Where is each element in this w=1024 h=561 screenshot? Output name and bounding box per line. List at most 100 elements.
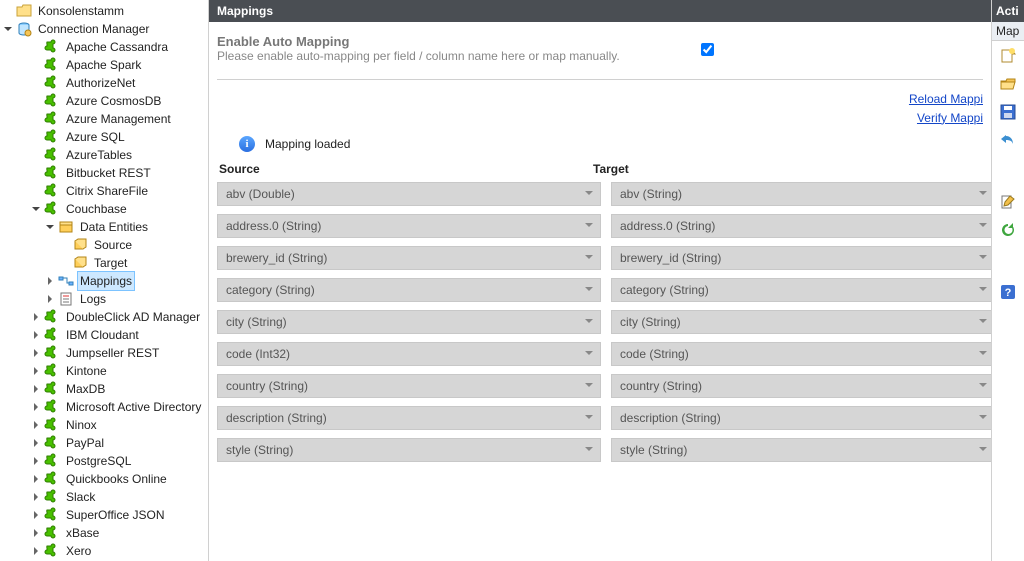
target-field-select[interactable]: address.0 (String) (611, 214, 991, 238)
help-icon[interactable]: ? (999, 283, 1017, 301)
tree-item-28[interactable]: Xero (2, 542, 208, 560)
tree-item-11[interactable]: Source (2, 236, 208, 254)
tree-item-label: AzureTables (64, 146, 134, 164)
collapse-icon[interactable] (2, 23, 14, 35)
target-field-select[interactable]: category (String) (611, 278, 991, 302)
expand-icon[interactable] (30, 509, 42, 521)
expand-icon[interactable] (30, 419, 42, 431)
collapse-icon[interactable] (30, 203, 42, 215)
tree-item-15[interactable]: DoubleClick AD Manager (2, 308, 208, 326)
target-field-select[interactable]: city (String) (611, 310, 991, 334)
edit-icon[interactable] (999, 193, 1017, 211)
tree-item-4[interactable]: Azure Management (2, 110, 208, 128)
entity-icon (72, 255, 88, 271)
tree-item-label: Microsoft Active Directory (64, 398, 203, 416)
chevron-down-icon (584, 347, 594, 361)
combo-value: abv (Double) (226, 187, 295, 201)
expand-icon[interactable] (30, 401, 42, 413)
tree-item-6[interactable]: AzureTables (2, 146, 208, 164)
source-field-select[interactable]: category (String) (217, 278, 601, 302)
tree-item-2[interactable]: AuthorizeNet (2, 74, 208, 92)
source-field-select[interactable]: country (String) (217, 374, 601, 398)
tree-item-20[interactable]: Microsoft Active Directory (2, 398, 208, 416)
combo-value: brewery_id (String) (226, 251, 327, 265)
collapse-icon[interactable] (44, 221, 56, 233)
tree-item-24[interactable]: Quickbooks Online (2, 470, 208, 488)
reload-mappings-link[interactable]: Reload Mappi (217, 90, 983, 109)
chevron-down-icon (978, 347, 988, 361)
tree-item-8[interactable]: Citrix ShareFile (2, 182, 208, 200)
tree-item-23[interactable]: PostgreSQL (2, 452, 208, 470)
combo-value: country (String) (226, 379, 308, 393)
open-folder-icon[interactable] (999, 75, 1017, 93)
chevron-down-icon (978, 219, 988, 233)
tree-item-19[interactable]: MaxDB (2, 380, 208, 398)
tree-item-27[interactable]: xBase (2, 524, 208, 542)
target-column-header: Target (593, 162, 967, 176)
tree-item-5[interactable]: Azure SQL (2, 128, 208, 146)
source-field-select[interactable]: brewery_id (String) (217, 246, 601, 270)
tree-item-25[interactable]: Slack (2, 488, 208, 506)
tree-item-14[interactable]: Logs (2, 290, 208, 308)
tree-item-16[interactable]: IBM Cloudant (2, 326, 208, 344)
combo-value: description (String) (226, 411, 327, 425)
expand-icon[interactable] (30, 545, 42, 557)
tree-item-label: Quickbooks Online (64, 470, 169, 488)
expand-icon[interactable] (30, 527, 42, 539)
expand-icon[interactable] (30, 455, 42, 467)
tree-item-label: Connection Manager (36, 20, 151, 38)
source-field-select[interactable]: style (String) (217, 438, 601, 462)
tree-item-13[interactable]: Mappings (2, 272, 208, 290)
source-field-select[interactable]: abv (Double) (217, 182, 601, 206)
expand-icon[interactable] (30, 437, 42, 449)
tree-item-9[interactable]: Couchbase (2, 200, 208, 218)
target-field-select[interactable]: style (String) (611, 438, 991, 462)
verify-mappings-link[interactable]: Verify Mappi (217, 109, 983, 128)
tree-item-label: Bitbucket REST (64, 164, 153, 182)
tree-item-label: MaxDB (64, 380, 107, 398)
expand-icon[interactable] (30, 383, 42, 395)
target-field-select[interactable]: description (String) (611, 406, 991, 430)
expand-icon[interactable] (30, 473, 42, 485)
actions-tab[interactable]: Map (992, 22, 1024, 41)
target-field-select[interactable]: brewery_id (String) (611, 246, 991, 270)
combo-value: city (String) (226, 315, 287, 329)
source-field-select[interactable]: address.0 (String) (217, 214, 601, 238)
source-field-select[interactable]: city (String) (217, 310, 601, 334)
tree-item-10[interactable]: Data Entities (2, 218, 208, 236)
tree-item-7[interactable]: Bitbucket REST (2, 164, 208, 182)
refresh-icon[interactable] (999, 221, 1017, 239)
tree-root[interactable]: Konsolenstamm (2, 2, 208, 20)
save-icon[interactable] (999, 103, 1017, 121)
tree-connection-manager[interactable]: Connection Manager (2, 20, 208, 38)
expand-icon[interactable] (44, 275, 56, 287)
expand-icon[interactable] (30, 365, 42, 377)
new-icon[interactable] (999, 47, 1017, 65)
tree-item-18[interactable]: Kintone (2, 362, 208, 380)
expand-icon[interactable] (30, 347, 42, 359)
target-field-select[interactable]: country (String) (611, 374, 991, 398)
tree-item-21[interactable]: Ninox (2, 416, 208, 434)
expand-icon[interactable] (30, 311, 42, 323)
chevron-down-icon (584, 379, 594, 393)
tree-item-0[interactable]: Apache Cassandra (2, 38, 208, 56)
expand-icon[interactable] (30, 329, 42, 341)
tree-item-label: Data Entities (78, 218, 150, 236)
tree-item-26[interactable]: SuperOffice JSON (2, 506, 208, 524)
auto-mapping-checkbox[interactable] (701, 43, 714, 56)
source-field-select[interactable]: description (String) (217, 406, 601, 430)
target-field-select[interactable]: code (String) (611, 342, 991, 366)
tree-item-22[interactable]: PayPal (2, 434, 208, 452)
expand-icon[interactable] (30, 491, 42, 503)
tree-item-17[interactable]: Jumpseller REST (2, 344, 208, 362)
expand-icon[interactable] (44, 293, 56, 305)
tree-item-1[interactable]: Apache Spark (2, 56, 208, 74)
tree-item-label: Mappings (78, 272, 134, 290)
source-field-select[interactable]: code (Int32) (217, 342, 601, 366)
tree-item-label: Azure CosmosDB (64, 92, 163, 110)
tree-item-12[interactable]: Target (2, 254, 208, 272)
tree-item-3[interactable]: Azure CosmosDB (2, 92, 208, 110)
tree-item-label: Couchbase (64, 200, 129, 218)
target-field-select[interactable]: abv (String) (611, 182, 991, 206)
undo-icon[interactable] (999, 131, 1017, 149)
